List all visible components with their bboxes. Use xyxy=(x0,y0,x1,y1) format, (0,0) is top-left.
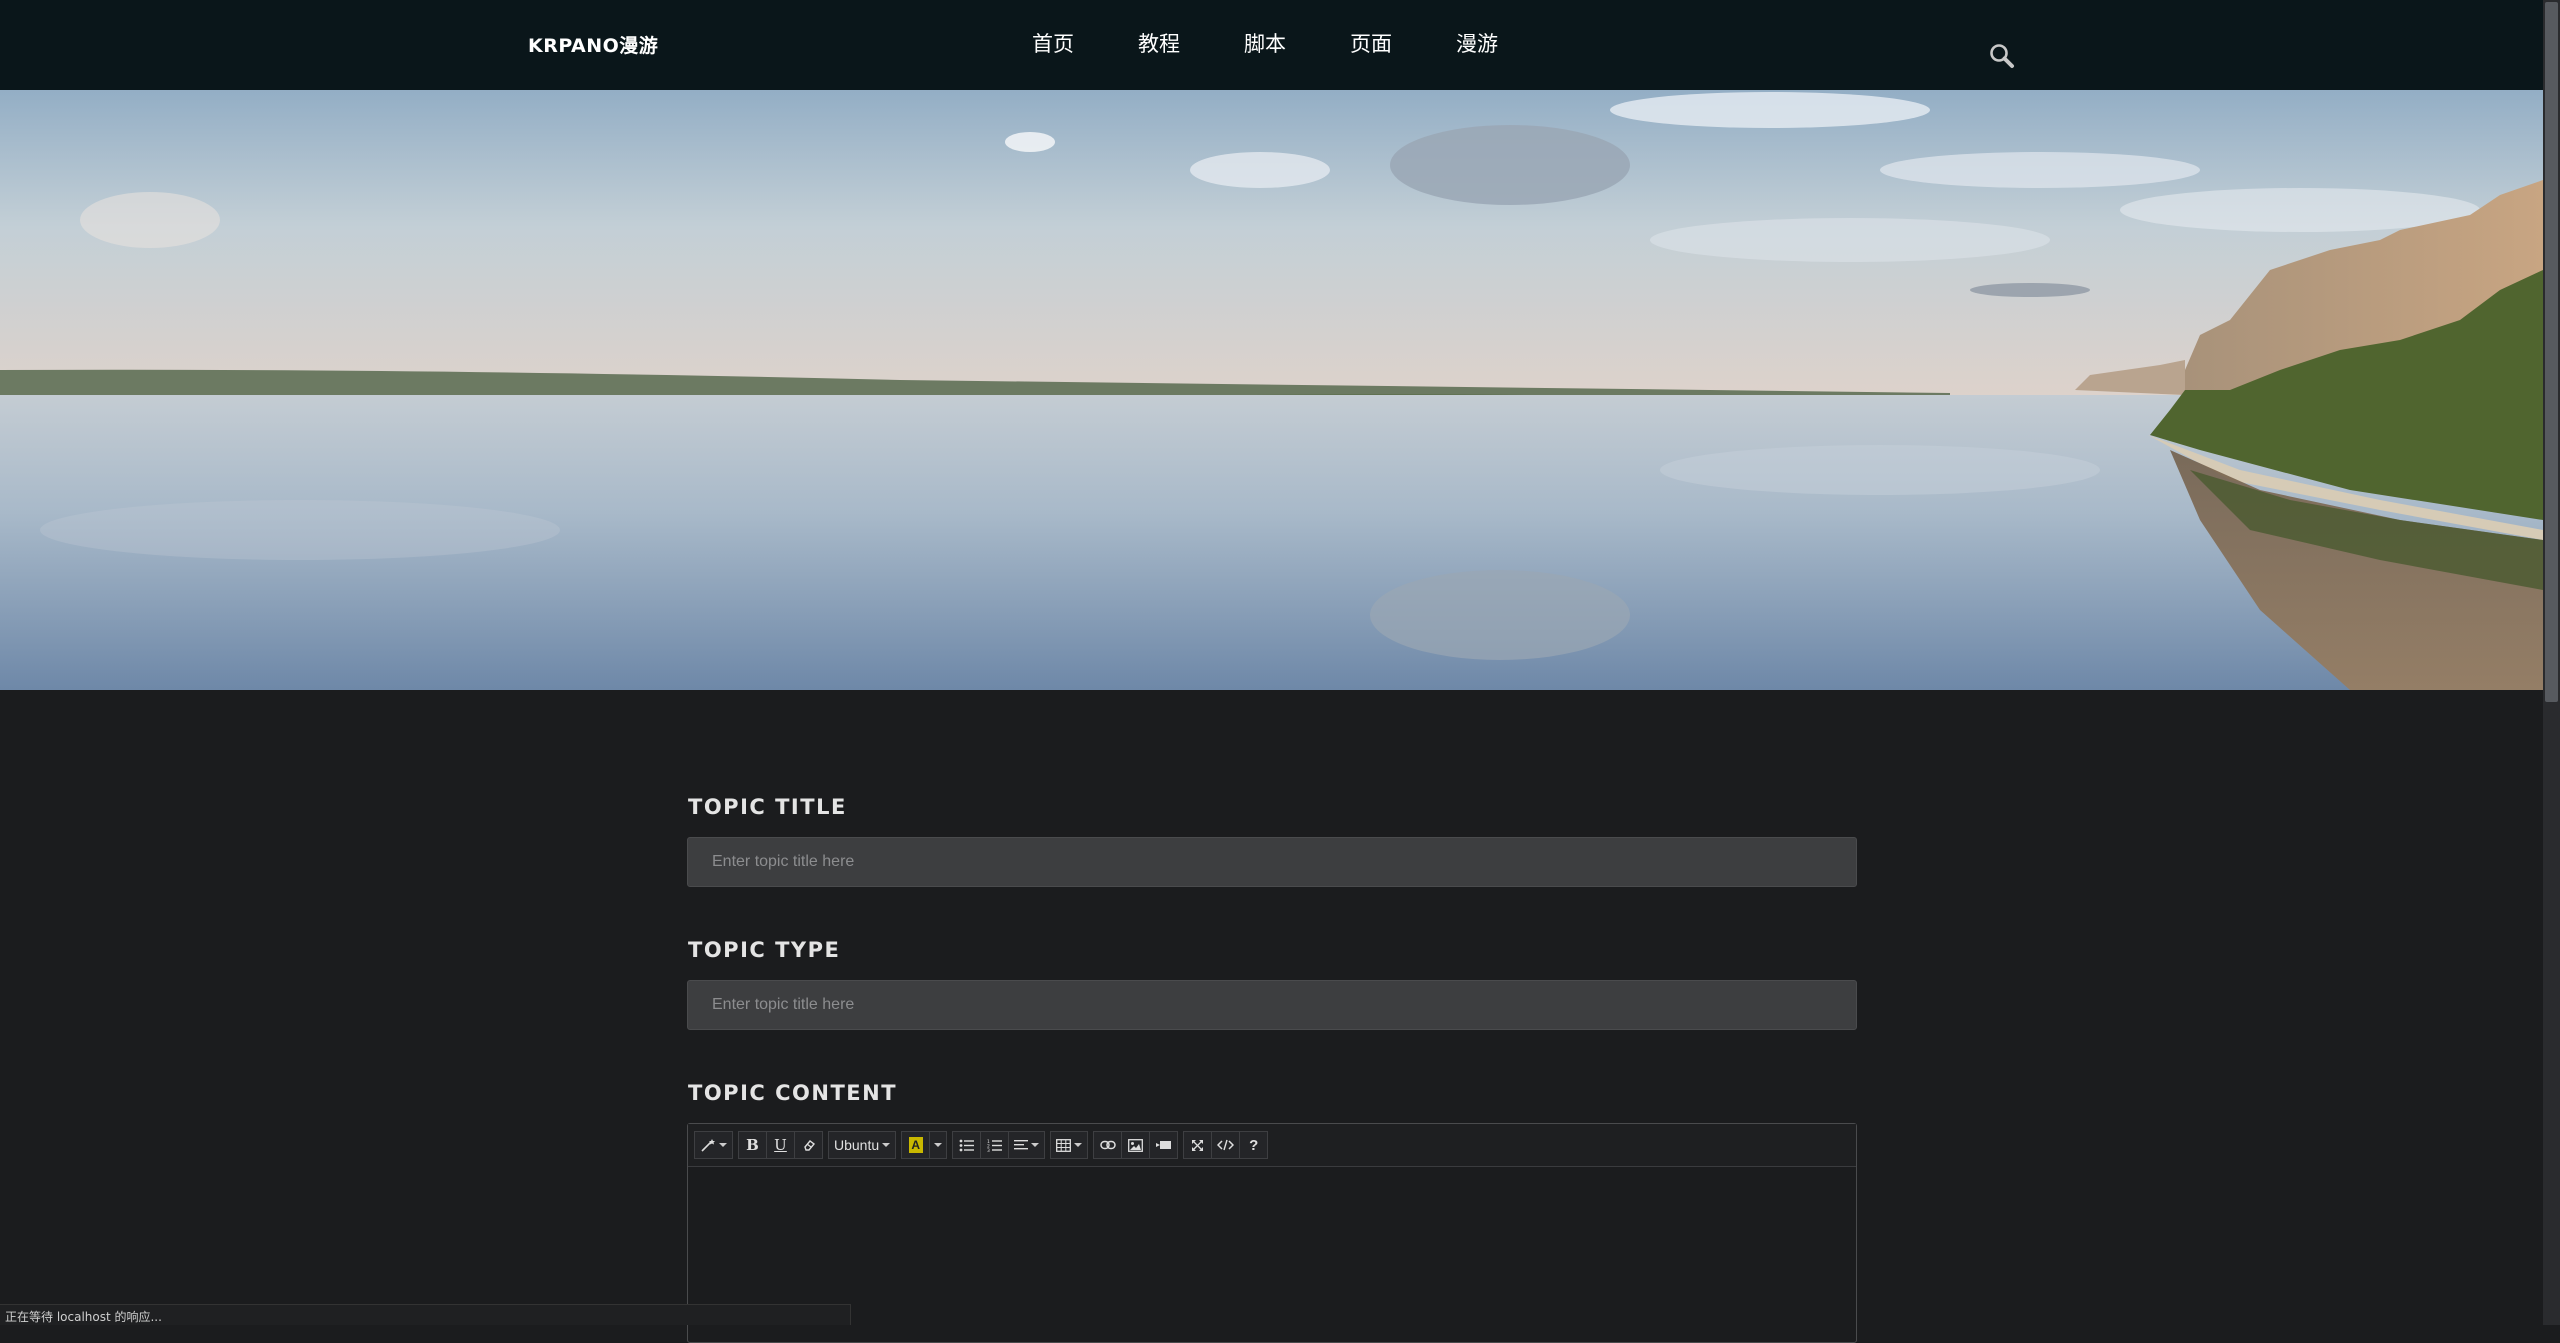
topic-title-input[interactable] xyxy=(687,837,1857,887)
code-view-icon[interactable] xyxy=(1211,1131,1241,1159)
magic-wand-icon[interactable] xyxy=(694,1131,733,1159)
scrollbar-thumb[interactable] xyxy=(2545,2,2558,702)
table-icon[interactable] xyxy=(1050,1131,1089,1159)
image-icon[interactable] xyxy=(1121,1131,1151,1159)
svg-text:3: 3 xyxy=(987,1148,990,1152)
bullet-list-icon[interactable] xyxy=(952,1131,982,1159)
hero-panorama-image xyxy=(0,90,2543,690)
help-icon[interactable]: ? xyxy=(1239,1131,1269,1159)
main-nav: 首页 教程 脚本 页面 漫游 xyxy=(1000,0,1530,90)
fullscreen-icon[interactable] xyxy=(1183,1131,1213,1159)
nav-item-pages[interactable]: 页面 xyxy=(1318,0,1424,90)
editor-toolbar: B U Ubuntu A 123 ? xyxy=(688,1124,1856,1167)
align-icon[interactable] xyxy=(1008,1131,1046,1159)
search-icon[interactable] xyxy=(1988,42,2018,72)
site-logo[interactable]: KRPANO漫游 xyxy=(528,31,658,58)
bold-icon[interactable]: B xyxy=(738,1131,767,1159)
video-icon[interactable] xyxy=(1149,1131,1179,1159)
topic-type-label: TOPIC TYPE xyxy=(688,938,841,962)
topic-type-input[interactable] xyxy=(687,980,1857,1030)
nav-item-scripts[interactable]: 脚本 xyxy=(1212,0,1318,90)
topic-content-label: TOPIC CONTENT xyxy=(688,1081,898,1105)
numbered-list-icon[interactable]: 123 xyxy=(980,1131,1010,1159)
nav-item-tours[interactable]: 漫游 xyxy=(1424,0,1530,90)
hero-banner xyxy=(0,90,2543,690)
font-family-value: Ubuntu xyxy=(834,1137,880,1153)
topic-title-label: TOPIC TITLE xyxy=(688,795,847,819)
rich-text-editor: B U Ubuntu A 123 ? xyxy=(687,1123,1857,1343)
font-color-icon[interactable]: A xyxy=(901,1131,931,1159)
font-family-dropdown[interactable]: Ubuntu xyxy=(828,1131,897,1159)
link-icon[interactable] xyxy=(1093,1131,1123,1159)
eraser-icon[interactable] xyxy=(794,1131,823,1159)
editor-content-area[interactable] xyxy=(688,1167,1856,1342)
top-navbar: KRPANO漫游 首页 教程 脚本 页面 漫游 xyxy=(0,0,2543,90)
font-color-dropdown[interactable] xyxy=(929,1131,948,1159)
underline-icon[interactable]: U xyxy=(766,1131,795,1159)
browser-status-bar: 正在等待 localhost 的响应... xyxy=(0,1304,851,1325)
nav-item-home[interactable]: 首页 xyxy=(1000,0,1106,90)
nav-item-tutorials[interactable]: 教程 xyxy=(1106,0,1212,90)
